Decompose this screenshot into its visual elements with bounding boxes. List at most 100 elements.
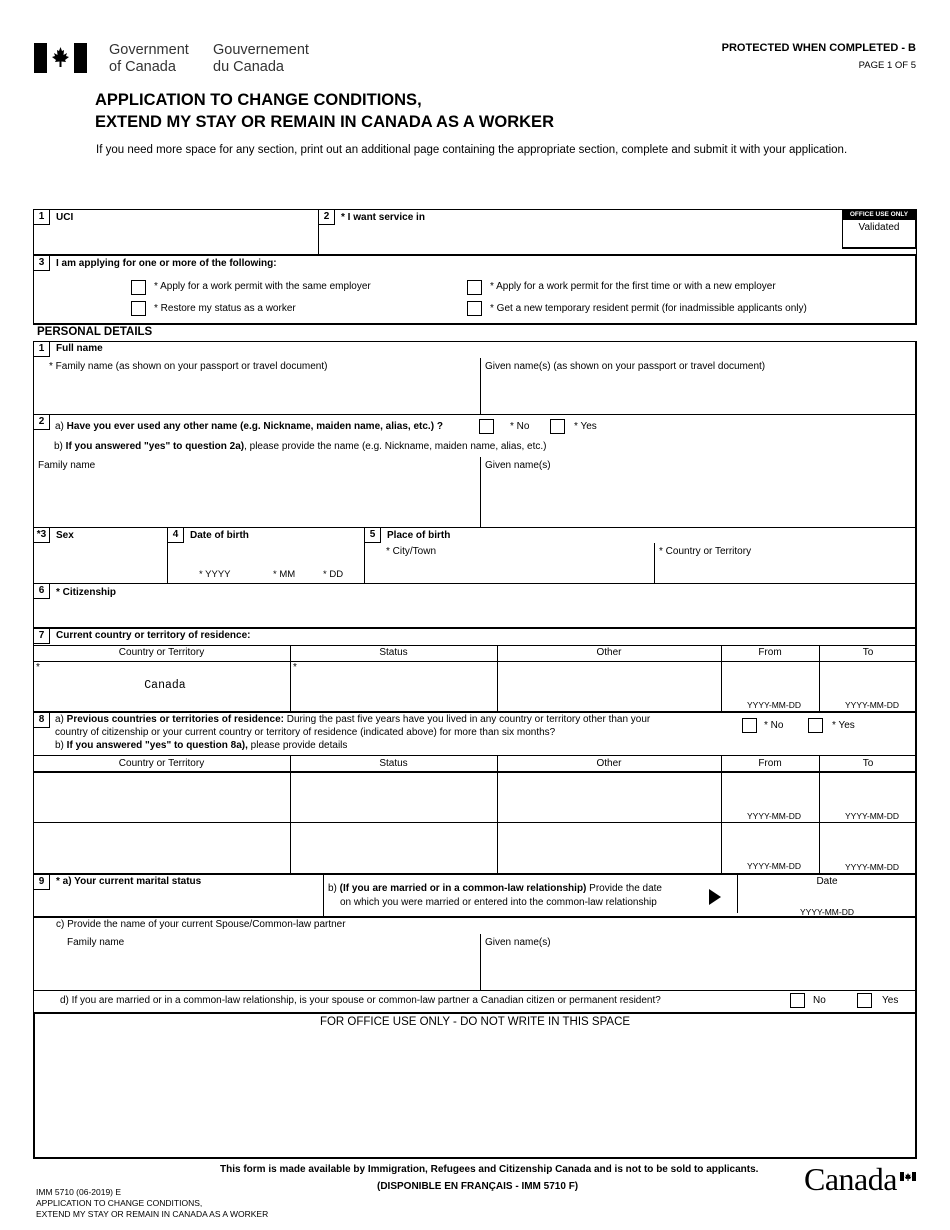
divider (33, 627, 917, 629)
citizenship-label: * Citizenship (56, 587, 117, 598)
previous-status-input[interactable] (296, 830, 491, 866)
other-given-name-input[interactable] (486, 478, 906, 518)
previous-from-date[interactable] (725, 780, 815, 808)
marriage-date-input[interactable] (745, 890, 910, 906)
pob-number: 5 (365, 528, 381, 543)
spouse-given-name-label: Given name(s) (485, 937, 551, 948)
footer-french: (DISPONIBLE EN FRANÇAIS - IMM 5710 F) (377, 1181, 579, 1192)
divider (480, 457, 481, 527)
previous-residence-yes-checkbox[interactable] (808, 718, 823, 733)
spouse-name-instructions: c) Provide the name of your current Spou… (56, 919, 346, 930)
family-name-label: * Family name (as shown on your passport… (49, 361, 328, 372)
temp-resident-permit-label: * Get a new temporary resident permit (f… (490, 303, 807, 314)
current-from-date[interactable] (725, 670, 815, 698)
pob-country-label: * Country or Territory (659, 546, 752, 557)
spouse-canadian-yes-label: Yes (882, 995, 899, 1006)
required-mark: * (36, 662, 40, 673)
other-family-name-input[interactable] (40, 478, 470, 518)
q1-number: 1 (34, 210, 50, 225)
divider (33, 527, 917, 528)
dob-number: 4 (168, 528, 184, 543)
previous-status-input[interactable] (296, 780, 491, 816)
validated-label: Validated (858, 222, 900, 233)
instructions: If you need more space for any section, … (96, 144, 848, 156)
divider (480, 934, 481, 990)
dob-day-input[interactable] (320, 550, 355, 568)
given-name-input[interactable] (486, 378, 906, 408)
office-use-area: FOR OFFICE USE ONLY - DO NOT WRITE IN TH… (33, 1012, 917, 1159)
citizenship-select[interactable] (40, 602, 900, 624)
current-from-format: YYYY-MM-DD (747, 700, 801, 710)
marital-status-select[interactable] (40, 893, 310, 913)
footer-notice: This form is made available by Immigrati… (220, 1164, 759, 1175)
other-name-yes-checkbox[interactable] (550, 419, 565, 434)
spouse-given-name-input[interactable] (486, 953, 906, 983)
col-header-to: To (862, 647, 874, 658)
pob-country-select[interactable] (660, 560, 910, 580)
dob-month-hint: * MM (273, 569, 296, 580)
previous-other-input[interactable] (503, 830, 715, 866)
sex-label: Sex (56, 530, 74, 541)
page-title: APPLICATION TO CHANGE CONDITIONS, EXTEND… (95, 91, 554, 131)
divider (33, 661, 917, 662)
pob-label: Place of birth (387, 530, 451, 541)
col-header-status: Status (379, 647, 408, 658)
restore-status-checkbox[interactable] (131, 301, 146, 316)
dob-year-input[interactable] (195, 550, 245, 568)
gov-fr-name: Gouvernement du Canada (213, 42, 309, 75)
new-employer-checkbox[interactable] (467, 280, 482, 295)
col-header-other: Other (596, 758, 622, 769)
family-name-input[interactable] (40, 378, 470, 408)
uci-input[interactable] (40, 228, 310, 250)
full-name-number: 1 (34, 342, 50, 357)
current-status-select[interactable] (296, 670, 491, 700)
same-employer-label: * Apply for a work permit with the same … (154, 281, 371, 292)
divider (33, 873, 917, 875)
sex-select[interactable] (40, 548, 160, 576)
previous-to-format: YYYY-MM-DD (845, 862, 899, 872)
sex-number: *3 (34, 528, 50, 543)
previous-country-input[interactable] (40, 780, 285, 816)
previous-to-date[interactable] (823, 780, 913, 808)
service-language-select[interactable] (325, 228, 825, 250)
previous-residence-no-checkbox[interactable] (742, 718, 757, 733)
spouse-canadian-question: d) If you are married or in a common-law… (60, 995, 661, 1006)
pob-city-input[interactable] (386, 560, 646, 580)
canada-flag-icon (900, 1168, 916, 1181)
previous-to-date[interactable] (823, 830, 913, 858)
canada-wordmark-text: Canada (804, 1161, 897, 1197)
col-header-other: Other (596, 647, 622, 658)
col-header-from: From (758, 647, 782, 658)
current-other-input[interactable] (503, 670, 715, 700)
previous-from-date[interactable] (725, 830, 815, 858)
other-name-no-checkbox[interactable] (479, 419, 494, 434)
spouse-canadian-yes-checkbox[interactable] (857, 993, 872, 1008)
divider (33, 645, 917, 646)
current-country-value[interactable]: Canada (33, 679, 297, 692)
spouse-family-name-input[interactable] (66, 953, 471, 983)
divider (323, 873, 324, 917)
canada-flag-icon (34, 43, 87, 73)
dob-month-input[interactable] (270, 550, 305, 568)
form-code: IMM 5710 (06-2019) E APPLICATION TO CHAN… (36, 1187, 269, 1219)
col-header-status: Status (379, 758, 408, 769)
marital-number: 9 (34, 875, 50, 890)
divider (654, 543, 655, 583)
previous-country-input[interactable] (40, 830, 285, 866)
spouse-canadian-no-label: No (813, 995, 826, 1006)
spouse-family-name-label: Family name (67, 937, 125, 948)
current-to-date[interactable] (823, 670, 913, 698)
marital-status-label: * a) Your current marital status (56, 876, 202, 887)
current-residence-number: 7 (34, 629, 50, 644)
office-use-header: OFFICE USE ONLY (843, 210, 915, 220)
office-use-box: OFFICE USE ONLY Validated (842, 209, 917, 249)
previous-residence-number: 8 (34, 713, 50, 728)
temp-resident-permit-checkbox[interactable] (467, 301, 482, 316)
same-employer-checkbox[interactable] (131, 280, 146, 295)
gov-en-name: Government of Canada (109, 42, 189, 75)
previous-other-input[interactable] (503, 780, 715, 816)
spouse-canadian-no-checkbox[interactable] (790, 993, 805, 1008)
divider (33, 755, 917, 756)
previous-to-format: YYYY-MM-DD (845, 811, 899, 821)
full-name-label: Full name (56, 343, 103, 354)
